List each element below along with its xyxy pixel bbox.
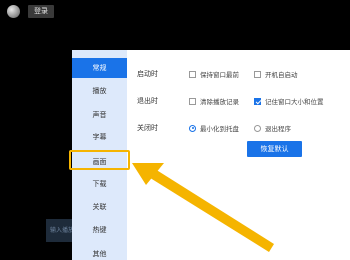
autostart-checkbox[interactable] bbox=[254, 70, 261, 78]
autostart-option[interactable]: 开机自启动 bbox=[254, 69, 298, 79]
sidebar-item-video[interactable]: 画面 bbox=[69, 150, 130, 170]
sidebar-item-playback[interactable]: 播放 bbox=[72, 81, 127, 101]
clear-history-label: 清除播放记录 bbox=[200, 98, 239, 106]
settings-dialog: 常规 播放 声音 字幕 画面 下载 关联 热键 其他 启动时 保持窗口最前 开机… bbox=[69, 50, 350, 260]
exit-label: 退出时 bbox=[137, 97, 158, 105]
minimize-tray-radio[interactable] bbox=[189, 124, 196, 132]
sidebar-item-audio[interactable]: 声音 bbox=[72, 105, 127, 125]
remember-window-checkbox[interactable] bbox=[254, 97, 261, 105]
minimize-tray-option[interactable]: 最小化到托盘 bbox=[189, 123, 239, 133]
exit-program-radio[interactable] bbox=[254, 124, 261, 132]
login-button[interactable]: 登录 bbox=[28, 5, 54, 18]
clear-history-checkbox[interactable] bbox=[189, 97, 196, 105]
startup-label: 启动时 bbox=[137, 70, 158, 78]
restore-defaults-button[interactable]: 恢复默认 bbox=[247, 141, 302, 157]
exit-program-option[interactable]: 退出程序 bbox=[254, 123, 291, 133]
sidebar-item-general[interactable]: 常规 bbox=[72, 58, 127, 78]
sidebar-item-download[interactable]: 下载 bbox=[72, 174, 127, 194]
remember-window-option[interactable]: 记住窗口大小和位置 bbox=[254, 96, 324, 106]
keep-on-top-option[interactable]: 保持窗口最前 bbox=[189, 69, 239, 79]
remember-window-label: 记住窗口大小和位置 bbox=[265, 98, 324, 106]
sidebar-item-associations[interactable]: 关联 bbox=[72, 197, 127, 217]
settings-content: 启动时 保持窗口最前 开机自启动 退出时 清除播放记录 记住窗口大小和位置 关闭… bbox=[127, 50, 350, 260]
keep-on-top-checkbox[interactable] bbox=[189, 70, 196, 78]
close-label: 关闭时 bbox=[137, 124, 158, 132]
autostart-label: 开机自启动 bbox=[265, 71, 298, 79]
sidebar-item-hotkeys[interactable]: 热键 bbox=[72, 220, 127, 240]
keep-on-top-label: 保持窗口最前 bbox=[200, 71, 239, 79]
sidebar-item-other[interactable]: 其他 bbox=[72, 244, 127, 260]
exit-program-label: 退出程序 bbox=[265, 125, 291, 133]
settings-sidebar: 常规 播放 声音 字幕 画面 下载 关联 热键 其他 bbox=[69, 50, 130, 260]
app-logo[interactable] bbox=[7, 5, 20, 18]
sidebar-item-subtitles[interactable]: 字幕 bbox=[72, 127, 127, 147]
minimize-tray-label: 最小化到托盘 bbox=[200, 125, 239, 133]
clear-history-option[interactable]: 清除播放记录 bbox=[189, 96, 239, 106]
